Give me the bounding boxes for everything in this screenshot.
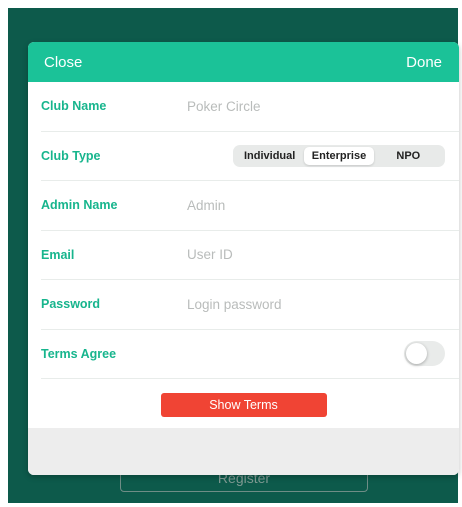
- admin-name-row: Admin Name: [41, 181, 459, 231]
- show-terms-button[interactable]: Show Terms: [160, 392, 327, 417]
- terms-agree-label: Terms Agree: [41, 346, 117, 361]
- done-button[interactable]: Done: [406, 54, 442, 71]
- terms-agree-row: Terms Agree: [41, 330, 459, 379]
- modal-footer: [28, 428, 459, 475]
- club-form-modal: Close Done Club Name Club Type Individua…: [28, 42, 459, 475]
- email-row: Email: [41, 231, 459, 280]
- club-name-row: Club Name: [41, 82, 459, 132]
- modal-header: Close Done: [28, 42, 459, 82]
- club-type-label: Club Type: [41, 148, 101, 163]
- show-terms-area: Show Terms: [28, 379, 459, 430]
- close-button[interactable]: Close: [44, 54, 82, 71]
- password-row: Password: [41, 280, 459, 330]
- email-label: Email: [41, 247, 75, 262]
- club-type-row: Club Type Individual Enterprise NPO: [41, 132, 459, 181]
- club-type-option-enterprise[interactable]: Enterprise: [304, 146, 374, 165]
- club-name-label: Club Name: [41, 99, 107, 114]
- toggle-knob: [406, 343, 427, 365]
- terms-agree-toggle[interactable]: [404, 341, 445, 367]
- club-type-option-individual[interactable]: Individual: [235, 147, 304, 165]
- club-type-segmented-control: Individual Enterprise NPO: [233, 144, 445, 167]
- admin-name-input[interactable]: [187, 197, 445, 213]
- admin-name-label: Admin Name: [41, 198, 118, 213]
- password-input[interactable]: [187, 296, 445, 312]
- club-type-option-npo[interactable]: NPO: [374, 147, 443, 165]
- email-input[interactable]: [187, 247, 445, 263]
- club-name-input[interactable]: [187, 98, 445, 114]
- club-form: Club Name Club Type Individual Enterpris…: [28, 82, 459, 379]
- password-label: Password: [41, 297, 101, 312]
